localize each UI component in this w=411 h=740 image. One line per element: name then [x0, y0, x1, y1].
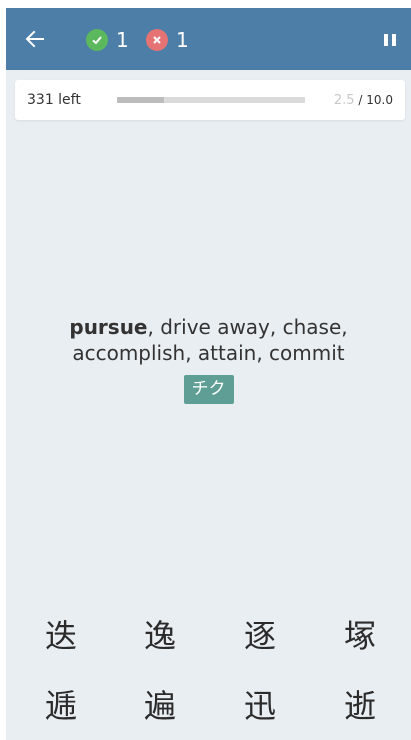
timer-progress-fill — [117, 97, 164, 103]
reading-badge: チク — [183, 375, 234, 404]
choice-kanji-8[interactable]: 逝 — [320, 678, 400, 730]
choice-kanji-4[interactable]: 塚 — [320, 608, 400, 660]
progress-card: 331 left 2.5 / 10.0 — [15, 80, 405, 120]
choice-kanji-1[interactable]: 迭 — [21, 608, 101, 660]
choice-kanji-5[interactable]: 逓 — [21, 678, 101, 730]
app-screen: 1 1 331 left 2.5 / 10.0 pursue, drive aw… — [6, 8, 411, 740]
back-button[interactable] — [22, 26, 48, 52]
prompt-keyword: pursue — [69, 315, 148, 339]
choice-kanji-3[interactable]: 逐 — [220, 608, 300, 660]
check-circle-icon — [86, 29, 108, 51]
remaining-count: 331 left — [27, 92, 81, 108]
correct-count: 1 — [116, 28, 129, 52]
kanji-choices: 迭 逸 逐 塚 逓 遍 迅 逝 — [6, 606, 411, 740]
top-bar: 1 1 — [6, 8, 411, 70]
timer-readout: 2.5 / 10.0 — [334, 93, 393, 108]
choice-kanji-2[interactable]: 逸 — [120, 608, 200, 660]
wrong-count: 1 — [176, 28, 189, 52]
x-circle-icon — [146, 29, 168, 51]
pause-icon — [384, 34, 396, 46]
meaning-line-1-rest: , drive away, chase, — [147, 315, 348, 339]
arrow-left-icon — [25, 30, 44, 48]
timer-max: / 10.0 — [358, 93, 393, 107]
meaning-line-2: accomplish, attain, commit — [72, 341, 345, 365]
pause-button[interactable] — [381, 30, 399, 50]
timer-value: 2.5 — [333, 93, 355, 108]
timer-progress-bar — [117, 97, 305, 103]
meaning-line-1: pursue, drive away, chase, — [16, 314, 401, 340]
correct-score: 1 — [86, 28, 129, 52]
choice-kanji-7[interactable]: 迅 — [220, 678, 300, 730]
wrong-score: 1 — [146, 28, 189, 52]
reading-container: チク — [6, 375, 411, 404]
meaning-prompt: pursue, drive away, chase, accomplish, a… — [16, 314, 401, 366]
choice-kanji-6[interactable]: 遍 — [120, 678, 200, 730]
